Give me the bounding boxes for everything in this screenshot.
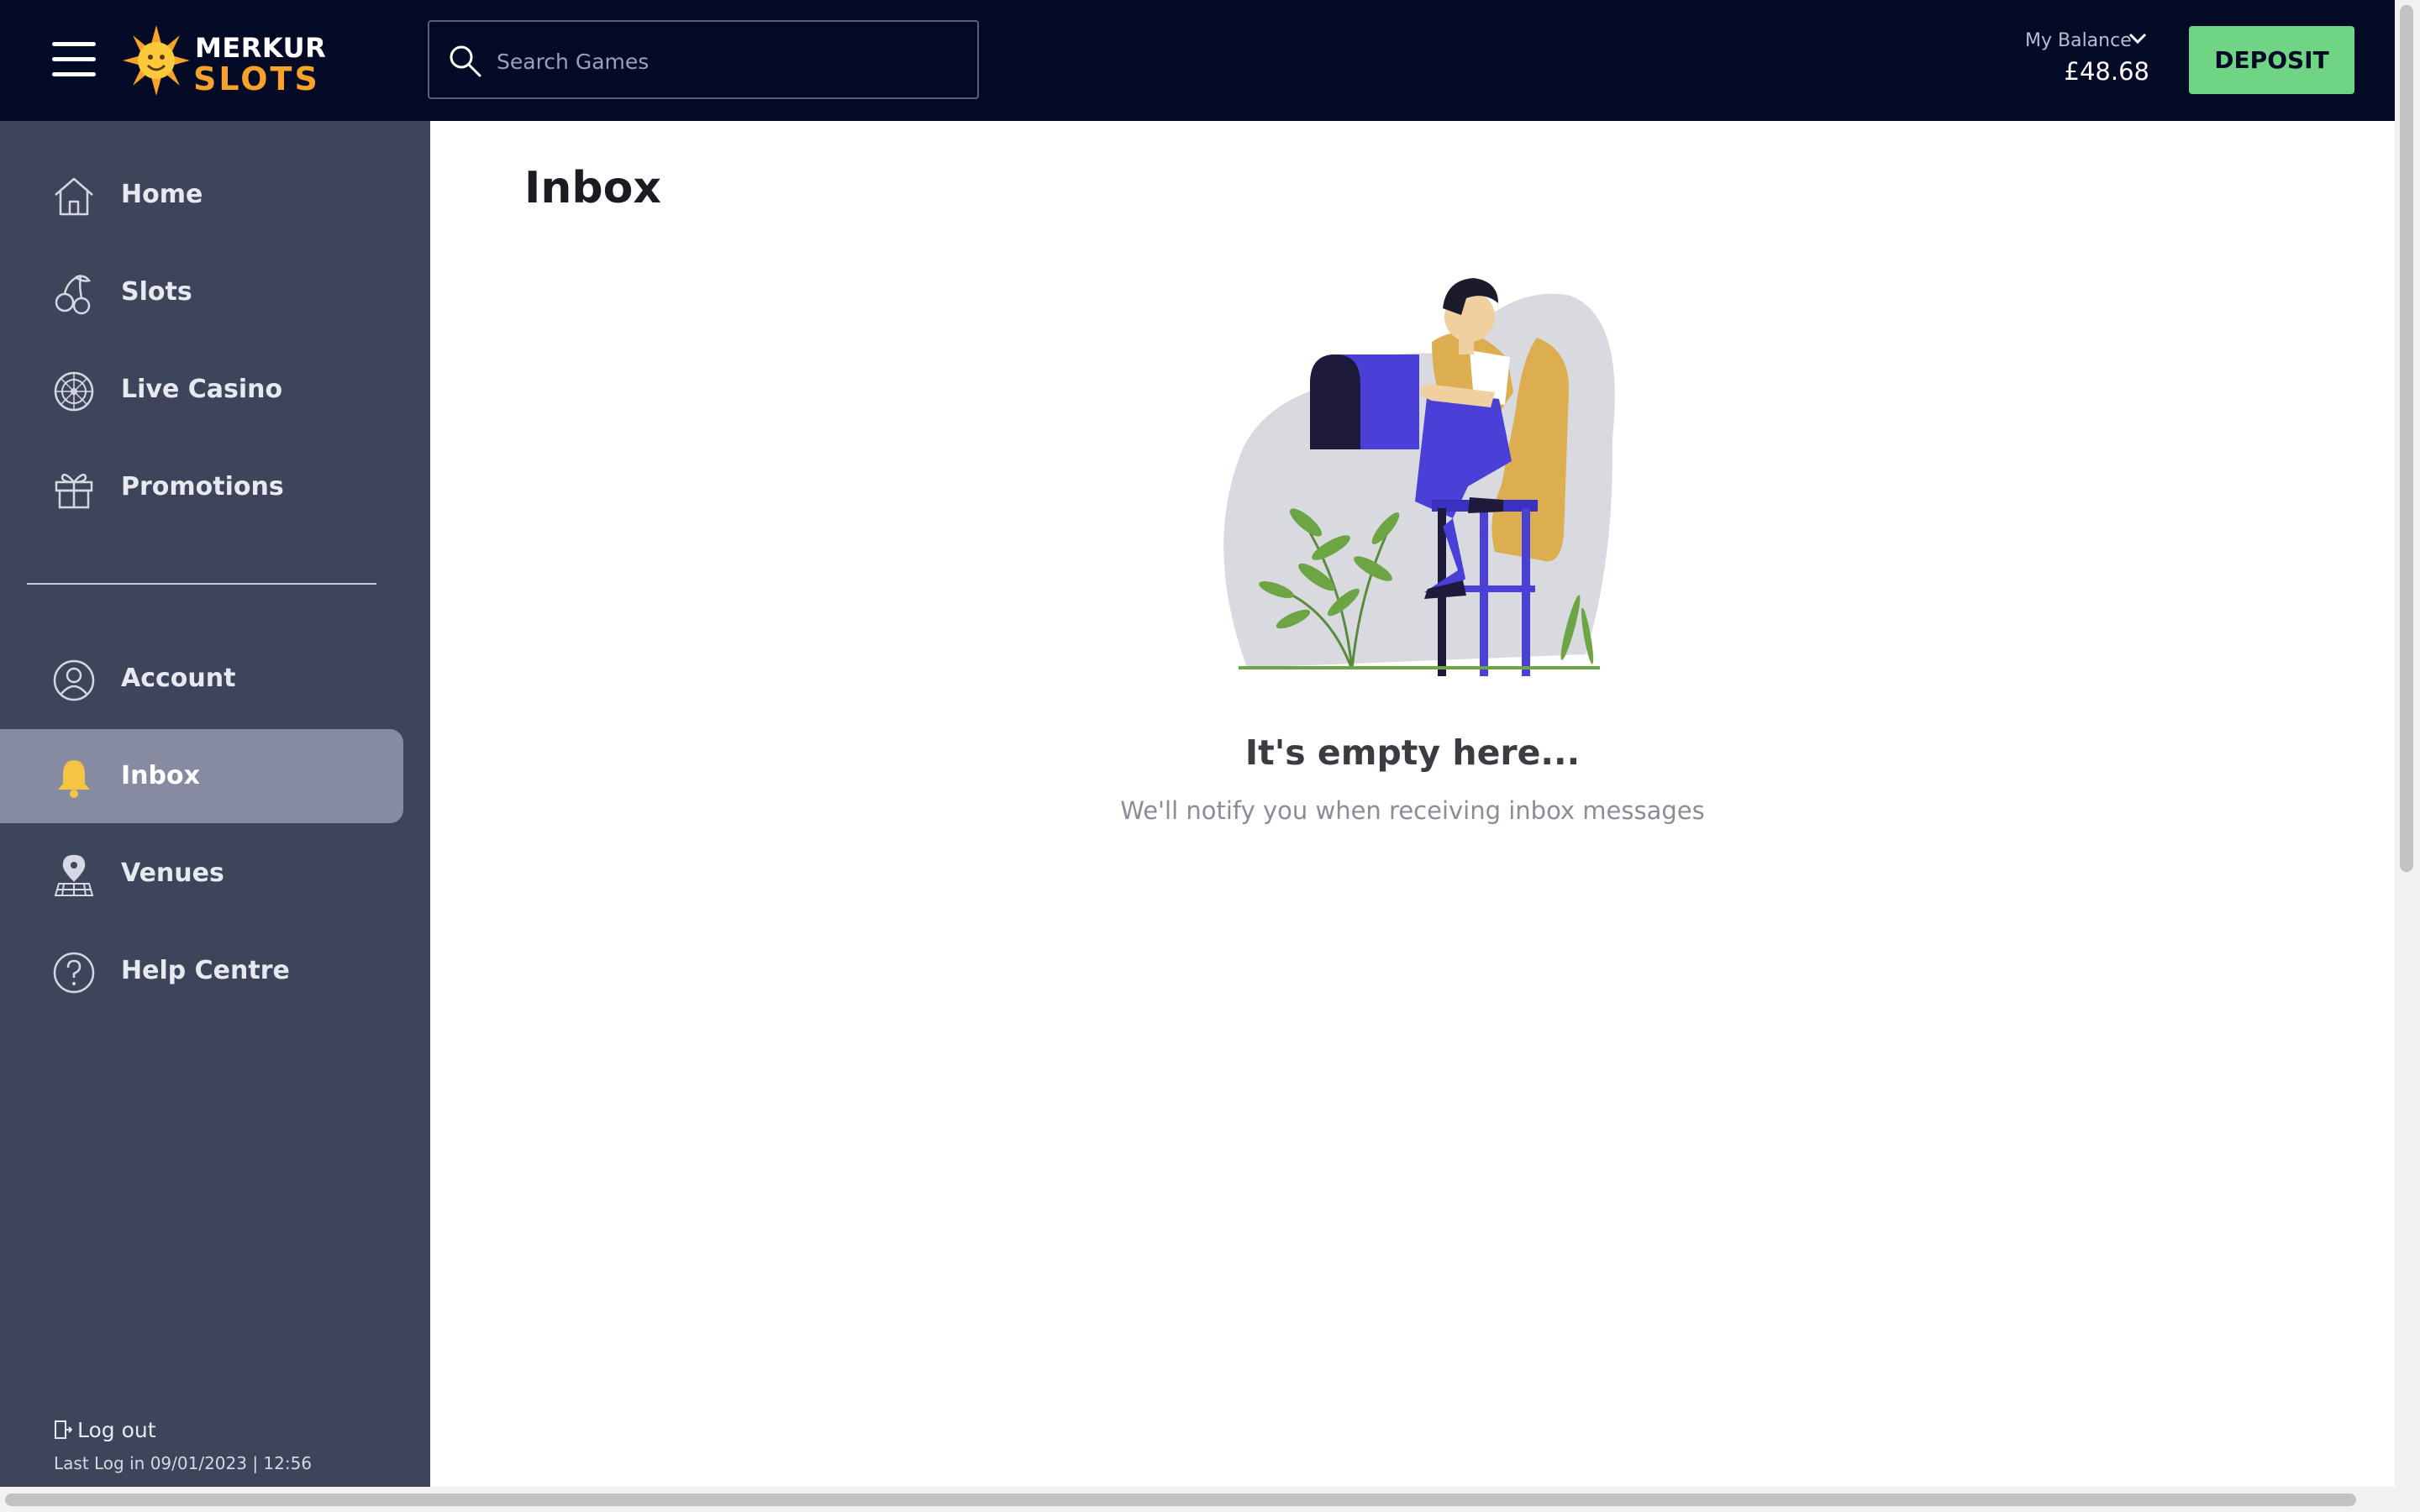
sidebar-item-label: Live Casino	[121, 375, 283, 404]
balance-label[interactable]: My Balance	[2025, 30, 2132, 51]
logo-text-merkur: MERKUR	[195, 32, 327, 64]
balance-value: £48.68	[2064, 57, 2149, 86]
page-title: Inbox	[524, 163, 661, 213]
sidebar-item-label: Inbox	[121, 761, 200, 790]
sidebar-item-label: Venues	[121, 858, 224, 888]
vertical-scrollbar-thumb[interactable]	[2400, 5, 2413, 872]
sidebar-item-label: Slots	[121, 277, 192, 307]
roulette-icon	[54, 371, 94, 412]
horizontal-scrollbar[interactable]	[0, 1487, 2420, 1512]
help-icon	[53, 952, 95, 994]
merkur-slots-logo[interactable]: MERKUR SLOTS	[121, 24, 326, 97]
empty-state-title: It's empty here...	[1244, 732, 1581, 773]
logo-text-slots: SLOTS	[193, 60, 320, 97]
deposit-button[interactable]: DEPOSIT	[2189, 26, 2354, 94]
sidebar-item-venues[interactable]: Venues	[0, 827, 403, 921]
sidebar-item-label: Promotions	[121, 472, 284, 501]
map-pin-icon	[54, 854, 94, 896]
empty-state-subtitle: We'll notify you when receiving inbox me…	[1120, 796, 1705, 825]
sidebar-item-inbox[interactable]: Inbox	[0, 729, 403, 823]
home-icon	[55, 177, 93, 216]
sidebar-item-slots[interactable]: Slots	[0, 245, 403, 339]
sidebar-item-account[interactable]: Account	[0, 632, 403, 726]
sidebar-item-home[interactable]: Home	[0, 148, 403, 242]
logout-link[interactable]: Log out	[54, 1418, 156, 1442]
last-login-text: Last Log in 09/01/2023 | 12:56	[54, 1453, 313, 1473]
sidebar-item-label: Help Centre	[121, 956, 290, 985]
sidebar-item-label: Account	[121, 664, 236, 693]
vertical-scrollbar[interactable]	[2395, 0, 2420, 1487]
search-input[interactable]	[495, 40, 969, 82]
gift-icon	[55, 473, 93, 509]
cherries-icon	[55, 274, 92, 315]
menu-icon[interactable]	[52, 42, 96, 77]
main-content: Inbox It's empty here... We'll notify yo…	[430, 121, 2395, 1487]
top-bar: MERKUR SLOTS My Balance £48.68 DEPOSIT	[0, 0, 2395, 121]
horizontal-scrollbar-thumb[interactable]	[5, 1494, 2356, 1506]
sidebar-divider	[27, 583, 376, 585]
sidebar-item-promotions[interactable]: Promotions	[0, 440, 403, 534]
bell-icon	[58, 760, 90, 798]
chevron-down-icon[interactable]	[2128, 32, 2147, 45]
sidebar: Home Slots Live Casino Promotions Accoun…	[0, 121, 430, 1487]
logout-icon	[55, 1420, 73, 1439]
sun-logo-icon	[123, 25, 190, 96]
sidebar-item-live-casino[interactable]: Live Casino	[0, 343, 403, 437]
sidebar-item-label: Home	[121, 180, 203, 209]
sidebar-item-help-centre[interactable]: Help Centre	[0, 924, 403, 1018]
empty-inbox-illustration	[1223, 278, 1615, 676]
user-icon	[53, 659, 95, 701]
logout-label: Log out	[77, 1418, 156, 1442]
search-box[interactable]	[428, 20, 979, 99]
search-icon	[450, 45, 481, 77]
